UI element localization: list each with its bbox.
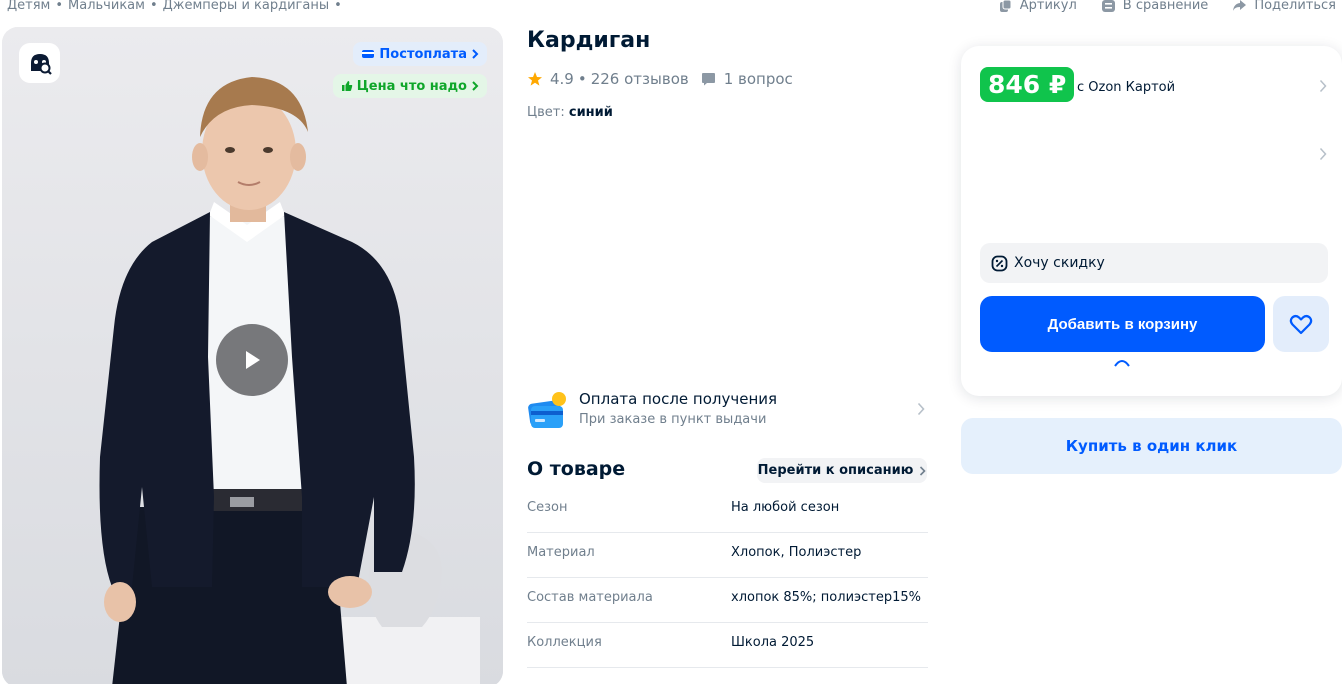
spec-row: Материал Хлопок, Полиэстер xyxy=(527,533,928,578)
chevron-right-icon xyxy=(472,81,479,91)
spec-value: Хлопок, Полиэстер xyxy=(731,545,862,560)
color-row: Цвет: синий xyxy=(527,105,613,120)
breadcrumb-separator: • xyxy=(55,0,64,13)
thumbs-up-icon xyxy=(341,81,352,91)
play-video-button[interactable] xyxy=(216,324,288,396)
chevron-right-icon[interactable] xyxy=(1319,147,1327,161)
share-icon xyxy=(1233,0,1247,11)
breadcrumb-separator: • xyxy=(334,0,342,13)
good-price-badge[interactable]: Цена что надо xyxy=(332,74,487,98)
search-lens-icon xyxy=(30,54,52,75)
share-label: Поделиться xyxy=(1254,0,1336,13)
rating-value[interactable]: 4.9 xyxy=(550,70,574,88)
spec-row: Коллекция Школа 2025 xyxy=(527,623,928,668)
breadcrumb: Детям • Мальчикам • Джемперы и кардиганы • xyxy=(7,0,347,13)
spec-row: Состав материала хлопок 85%; полиэстер15… xyxy=(527,578,928,623)
favorite-button[interactable] xyxy=(1273,296,1329,352)
questions-link[interactable]: 1 вопрос xyxy=(724,70,793,88)
price-note: с Ozon Картой xyxy=(1077,80,1176,95)
go-to-description-label: Перейти к описанию xyxy=(757,463,914,478)
payment-cards-icon xyxy=(528,392,566,428)
spec-row: Сезон На любой сезон xyxy=(527,488,928,533)
top-actions: Артикул В сравнение Поделиться xyxy=(999,0,1336,13)
specs-table: Сезон На любой сезон Материал Хлопок, По… xyxy=(527,488,928,668)
card-icon xyxy=(362,50,375,58)
spec-key: Материал xyxy=(527,545,595,560)
add-to-cart-button[interactable]: Добавить в корзину xyxy=(980,296,1265,352)
buy-one-click-button[interactable]: Купить в один клик xyxy=(961,418,1342,474)
want-discount-button[interactable]: Хочу скидку xyxy=(980,243,1328,283)
price-badge: 846 ₽ xyxy=(980,67,1075,102)
postpay-badge[interactable]: Постоплата xyxy=(353,42,487,66)
postpay-label: Постоплата xyxy=(379,46,467,62)
color-label: Цвет: xyxy=(527,105,565,120)
buy-card: 846 ₽ с Ozon Картой Хочу скидку Добавить… xyxy=(961,46,1342,396)
chevron-right-icon xyxy=(472,49,479,59)
star-icon xyxy=(528,72,542,86)
payment-title: Оплата после получения xyxy=(579,390,778,408)
rating-separator: • xyxy=(577,70,587,88)
spec-key: Сезон xyxy=(527,500,568,515)
share-button[interactable]: Поделиться xyxy=(1232,0,1336,13)
want-discount-label: Хочу скидку xyxy=(1014,255,1105,271)
product-gallery[interactable]: Постоплата Цена что надо xyxy=(2,27,503,684)
breadcrumb-item[interactable]: Детям xyxy=(7,0,50,13)
play-icon xyxy=(246,351,260,369)
spec-value: хлопок 85%; полиэстер15% xyxy=(731,590,922,605)
compare-button[interactable]: В сравнение xyxy=(1101,0,1209,13)
search-by-photo-button[interactable] xyxy=(19,43,60,83)
article-label: Артикул xyxy=(1019,0,1077,13)
breadcrumb-item[interactable]: Мальчикам xyxy=(68,0,145,13)
question-icon xyxy=(701,73,715,86)
compare-label: В сравнение xyxy=(1122,0,1209,13)
spec-key: Состав материала xyxy=(527,590,653,605)
breadcrumb-separator: • xyxy=(149,0,158,13)
spec-value: Школа 2025 xyxy=(731,635,815,650)
breadcrumb-item[interactable]: Джемперы и кардиганы xyxy=(163,0,329,13)
heart-icon xyxy=(1289,314,1313,334)
spec-key: Коллекция xyxy=(527,635,602,650)
good-price-label: Цена что надо xyxy=(356,78,467,94)
about-title: О товаре xyxy=(527,458,626,480)
go-to-description-button[interactable]: Перейти к описанию xyxy=(757,458,927,483)
copy-icon xyxy=(999,0,1012,12)
reviews-link[interactable]: 226 отзывов xyxy=(591,70,689,88)
compare-icon xyxy=(1101,0,1115,12)
payment-subtitle: При заказе в пункт выдачи xyxy=(579,412,767,427)
loading-spinner-icon xyxy=(1114,360,1130,367)
chevron-right-icon[interactable] xyxy=(1319,79,1327,93)
chevron-right-icon xyxy=(917,402,925,416)
payment-after-receipt[interactable]: Оплата после получения При заказе в пунк… xyxy=(527,390,927,434)
chevron-right-icon xyxy=(920,465,926,476)
article-button[interactable]: Артикул xyxy=(999,0,1077,13)
rating-row: 4.9 • 226 отзывов 1 вопрос xyxy=(527,70,793,88)
discount-icon xyxy=(991,255,1008,271)
spec-value: На любой сезон xyxy=(731,500,840,515)
color-value: синий xyxy=(568,105,613,120)
product-title: Кардиган xyxy=(527,28,651,53)
